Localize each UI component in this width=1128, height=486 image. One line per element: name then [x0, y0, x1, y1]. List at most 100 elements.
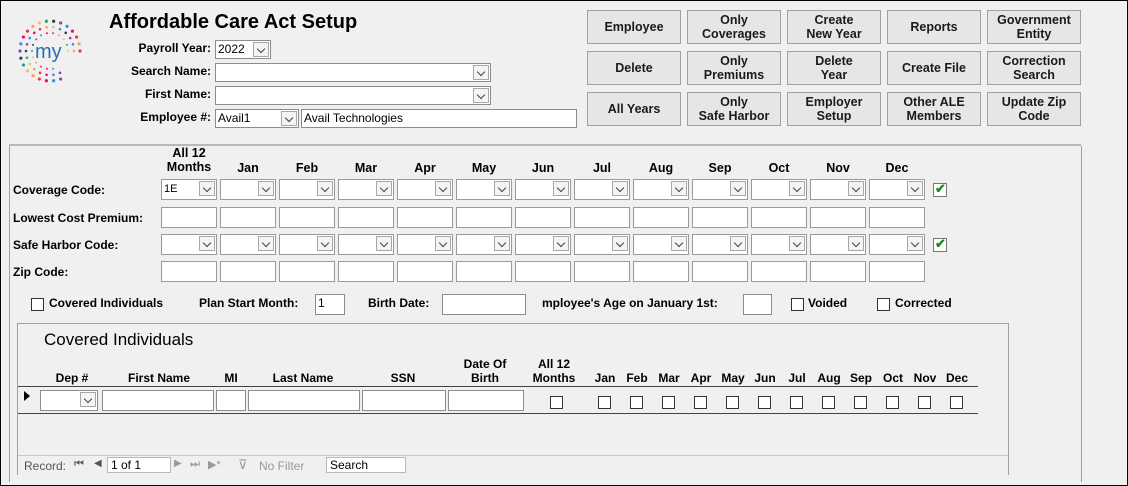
coverage-dropdown-cell[interactable]: [397, 179, 453, 200]
month-checkbox[interactable]: [918, 396, 931, 409]
create-new-year-button[interactable]: Create New Year: [787, 10, 881, 44]
ssn-cell[interactable]: [362, 390, 446, 411]
create-file-button[interactable]: Create File: [887, 51, 981, 85]
chevron-down-icon[interactable]: [435, 236, 451, 251]
month-checkbox[interactable]: [758, 396, 771, 409]
coverage-text-cell[interactable]: [574, 261, 630, 282]
coverage-dropdown-cell[interactable]: [515, 234, 571, 255]
first-record-icon[interactable]: ⏮: [74, 458, 84, 471]
next-record-icon[interactable]: ▶: [174, 458, 182, 469]
employee-age-field[interactable]: [743, 294, 772, 315]
employee-button[interactable]: Employee: [587, 10, 681, 44]
chevron-down-icon[interactable]: [907, 236, 923, 251]
coverage-text-cell[interactable]: [397, 207, 453, 228]
coverage-text-cell[interactable]: [161, 207, 217, 228]
dob-cell[interactable]: [448, 390, 524, 411]
coverage-dropdown-cell[interactable]: [338, 234, 394, 255]
chevron-down-icon[interactable]: [848, 181, 864, 196]
coverage-dropdown-cell[interactable]: [692, 179, 748, 200]
reports-button[interactable]: Reports: [887, 10, 981, 44]
coverage-dropdown-cell[interactable]: [574, 234, 630, 255]
coverage-dropdown-cell[interactable]: [810, 234, 866, 255]
first-name-select[interactable]: [215, 86, 491, 105]
coverage-text-cell[interactable]: [338, 207, 394, 228]
update-zip-code-button[interactable]: Update Zip Code: [987, 92, 1081, 126]
coverage-dropdown-cell[interactable]: [397, 234, 453, 255]
only-coverages-button[interactable]: Only Coverages: [687, 10, 781, 44]
coverage-dropdown-cell[interactable]: 1E: [161, 179, 217, 200]
chevron-down-icon[interactable]: [494, 236, 510, 251]
chevron-down-icon[interactable]: [258, 181, 274, 196]
coverage-dropdown-cell[interactable]: [869, 179, 925, 200]
chevron-down-icon[interactable]: [258, 236, 274, 251]
chevron-down-icon[interactable]: [199, 236, 215, 251]
payroll-year-select[interactable]: 2022: [215, 40, 271, 59]
prev-record-icon[interactable]: ◀: [94, 458, 102, 469]
chevron-down-icon[interactable]: [612, 181, 628, 196]
chevron-down-icon[interactable]: [612, 236, 628, 251]
chevron-down-icon[interactable]: [80, 392, 96, 407]
month-checkbox[interactable]: [790, 396, 803, 409]
chevron-down-icon[interactable]: [317, 236, 333, 251]
coverage-text-cell[interactable]: [574, 207, 630, 228]
employee-no-select[interactable]: Avail1: [215, 109, 299, 128]
coverage-text-cell[interactable]: [869, 261, 925, 282]
month-checkbox[interactable]: [726, 396, 739, 409]
correction-search-button[interactable]: Correction Search: [987, 51, 1081, 85]
employer-setup-button[interactable]: Employer Setup: [787, 92, 881, 126]
mi-cell[interactable]: [216, 390, 246, 411]
coverage-text-cell[interactable]: [751, 207, 807, 228]
coverage-dropdown-cell[interactable]: [279, 234, 335, 255]
last-name-cell[interactable]: [248, 390, 360, 411]
no-filter-label[interactable]: No Filter: [259, 459, 304, 473]
month-checkbox[interactable]: [822, 396, 835, 409]
coverage-dropdown-cell[interactable]: [279, 179, 335, 200]
chevron-down-icon[interactable]: [553, 181, 569, 196]
coverage-dropdown-cell[interactable]: [338, 179, 394, 200]
month-checkbox[interactable]: [662, 396, 675, 409]
month-checkbox[interactable]: [694, 396, 707, 409]
chevron-down-icon[interactable]: [435, 181, 451, 196]
chevron-down-icon[interactable]: [848, 236, 864, 251]
green-checkmark-icon[interactable]: [933, 181, 947, 197]
coverage-text-cell[interactable]: [869, 207, 925, 228]
coverage-text-cell[interactable]: [751, 261, 807, 282]
coverage-text-cell[interactable]: [515, 207, 571, 228]
chevron-down-icon[interactable]: [789, 181, 805, 196]
coverage-text-cell[interactable]: [810, 261, 866, 282]
coverage-dropdown-cell[interactable]: [456, 179, 512, 200]
coverage-text-cell[interactable]: [279, 207, 335, 228]
new-record-icon[interactable]: ▶*: [208, 458, 221, 471]
coverage-text-cell[interactable]: [220, 261, 276, 282]
voided-checkbox[interactable]: [791, 298, 804, 311]
coverage-text-cell[interactable]: [692, 261, 748, 282]
all12-checkbox[interactable]: [550, 396, 563, 409]
filter-icon[interactable]: ⊽: [238, 457, 248, 473]
last-record-icon[interactable]: ⏭: [190, 458, 200, 471]
coverage-text-cell[interactable]: [515, 261, 571, 282]
chevron-down-icon[interactable]: [199, 181, 215, 196]
employee-name-field[interactable]: Avail Technologies: [301, 109, 577, 128]
coverage-text-cell[interactable]: [456, 261, 512, 282]
month-checkbox[interactable]: [630, 396, 643, 409]
chevron-down-icon[interactable]: [730, 236, 746, 251]
coverage-text-cell[interactable]: [397, 261, 453, 282]
chevron-down-icon[interactable]: [473, 65, 489, 80]
record-selector-icon[interactable]: [24, 391, 30, 401]
covered-individuals-checkbox[interactable]: [31, 298, 44, 311]
coverage-dropdown-cell[interactable]: [751, 234, 807, 255]
chevron-down-icon[interactable]: [494, 181, 510, 196]
month-checkbox[interactable]: [598, 396, 611, 409]
other-ale-members-button[interactable]: Other ALE Members: [887, 92, 981, 126]
chevron-down-icon[interactable]: [317, 181, 333, 196]
green-checkmark-icon[interactable]: [933, 236, 947, 252]
coverage-text-cell[interactable]: [338, 261, 394, 282]
coverage-text-cell[interactable]: [161, 261, 217, 282]
chevron-down-icon[interactable]: [281, 111, 297, 126]
birth-date-field[interactable]: [442, 294, 526, 315]
coverage-text-cell[interactable]: [692, 207, 748, 228]
coverage-dropdown-cell[interactable]: [633, 179, 689, 200]
coverage-dropdown-cell[interactable]: [220, 234, 276, 255]
coverage-dropdown-cell[interactable]: [574, 179, 630, 200]
chevron-down-icon[interactable]: [671, 181, 687, 196]
